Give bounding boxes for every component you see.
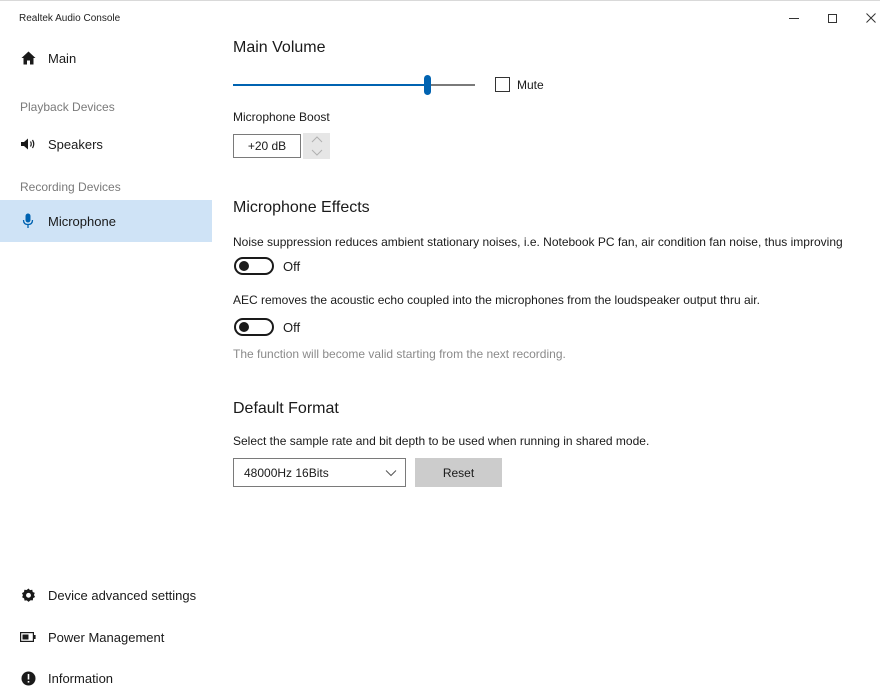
slider-thumb[interactable] xyxy=(424,75,431,95)
sample-rate-value: 48000Hz 16Bits xyxy=(244,465,329,480)
app-window: Realtek Audio Console Main Playback Devi… xyxy=(0,0,880,692)
effects-hint: The function will become valid starting … xyxy=(233,347,566,361)
recording-devices-header: Recording Devices xyxy=(20,180,121,194)
microphone-icon xyxy=(20,213,36,229)
home-icon xyxy=(20,50,36,66)
mute-checkbox[interactable] xyxy=(495,77,510,92)
slider-track xyxy=(431,84,475,86)
sidebar-item-label: Main xyxy=(48,50,77,66)
mute-label[interactable]: Mute xyxy=(517,78,544,92)
microphone-boost-label: Microphone Boost xyxy=(233,110,330,124)
speaker-icon xyxy=(20,136,36,152)
noise-suppression-description: Noise suppression reduces ambient statio… xyxy=(233,235,843,249)
sidebar-item-power-management[interactable]: Power Management xyxy=(0,616,212,658)
default-format-description: Select the sample rate and bit depth to … xyxy=(233,434,650,448)
aec-description: AEC removes the acoustic echo coupled in… xyxy=(233,293,760,307)
microphone-effects-heading: Microphone Effects xyxy=(233,199,370,216)
playback-devices-header: Playback Devices xyxy=(20,100,115,114)
sample-rate-dropdown[interactable]: 48000Hz 16Bits xyxy=(233,458,406,487)
slider-fill xyxy=(233,84,427,86)
aec-state: Off xyxy=(283,320,301,335)
toggle-knob xyxy=(239,322,249,332)
sidebar-item-speakers[interactable]: Speakers xyxy=(0,123,212,165)
main-volume-slider[interactable] xyxy=(233,75,475,95)
sidebar-item-label: Information xyxy=(48,670,114,686)
sidebar-item-label: Device advanced settings xyxy=(48,587,197,603)
sidebar-item-information[interactable]: Information xyxy=(0,657,212,692)
chevron-down-icon xyxy=(385,470,397,477)
default-format-heading: Default Format xyxy=(233,400,339,417)
noise-suppression-toggle[interactable] xyxy=(234,257,274,275)
info-icon xyxy=(20,670,36,686)
main-volume-heading: Main Volume xyxy=(233,39,326,56)
noise-suppression-state: Off xyxy=(283,259,301,274)
aec-toggle[interactable] xyxy=(234,318,274,336)
chevron-down-icon xyxy=(311,149,322,156)
toggle-knob xyxy=(239,261,249,271)
sidebar-item-microphone[interactable]: Microphone xyxy=(0,200,212,242)
boost-decrease-button[interactable] xyxy=(303,146,330,159)
boost-increase-button[interactable] xyxy=(303,133,330,146)
sidebar: Main Playback Devices Speakers Recording… xyxy=(0,35,212,692)
app-title: Realtek Audio Console xyxy=(19,13,121,24)
chevron-up-icon xyxy=(311,136,322,143)
microphone-boost-spinner xyxy=(303,133,330,159)
sidebar-item-label: Microphone xyxy=(48,213,116,229)
reset-button[interactable]: Reset xyxy=(415,458,502,487)
sidebar-item-device-advanced-settings[interactable]: Device advanced settings xyxy=(0,574,212,616)
sidebar-item-label: Power Management xyxy=(48,629,165,645)
sidebar-item-main[interactable]: Main xyxy=(0,37,212,79)
gear-icon xyxy=(20,587,36,603)
main-content: Main Volume Mute Microphone Boost +20 dB… xyxy=(233,1,880,692)
sidebar-item-label: Speakers xyxy=(48,136,103,152)
microphone-boost-value[interactable]: +20 dB xyxy=(233,134,301,158)
battery-icon xyxy=(20,629,36,645)
